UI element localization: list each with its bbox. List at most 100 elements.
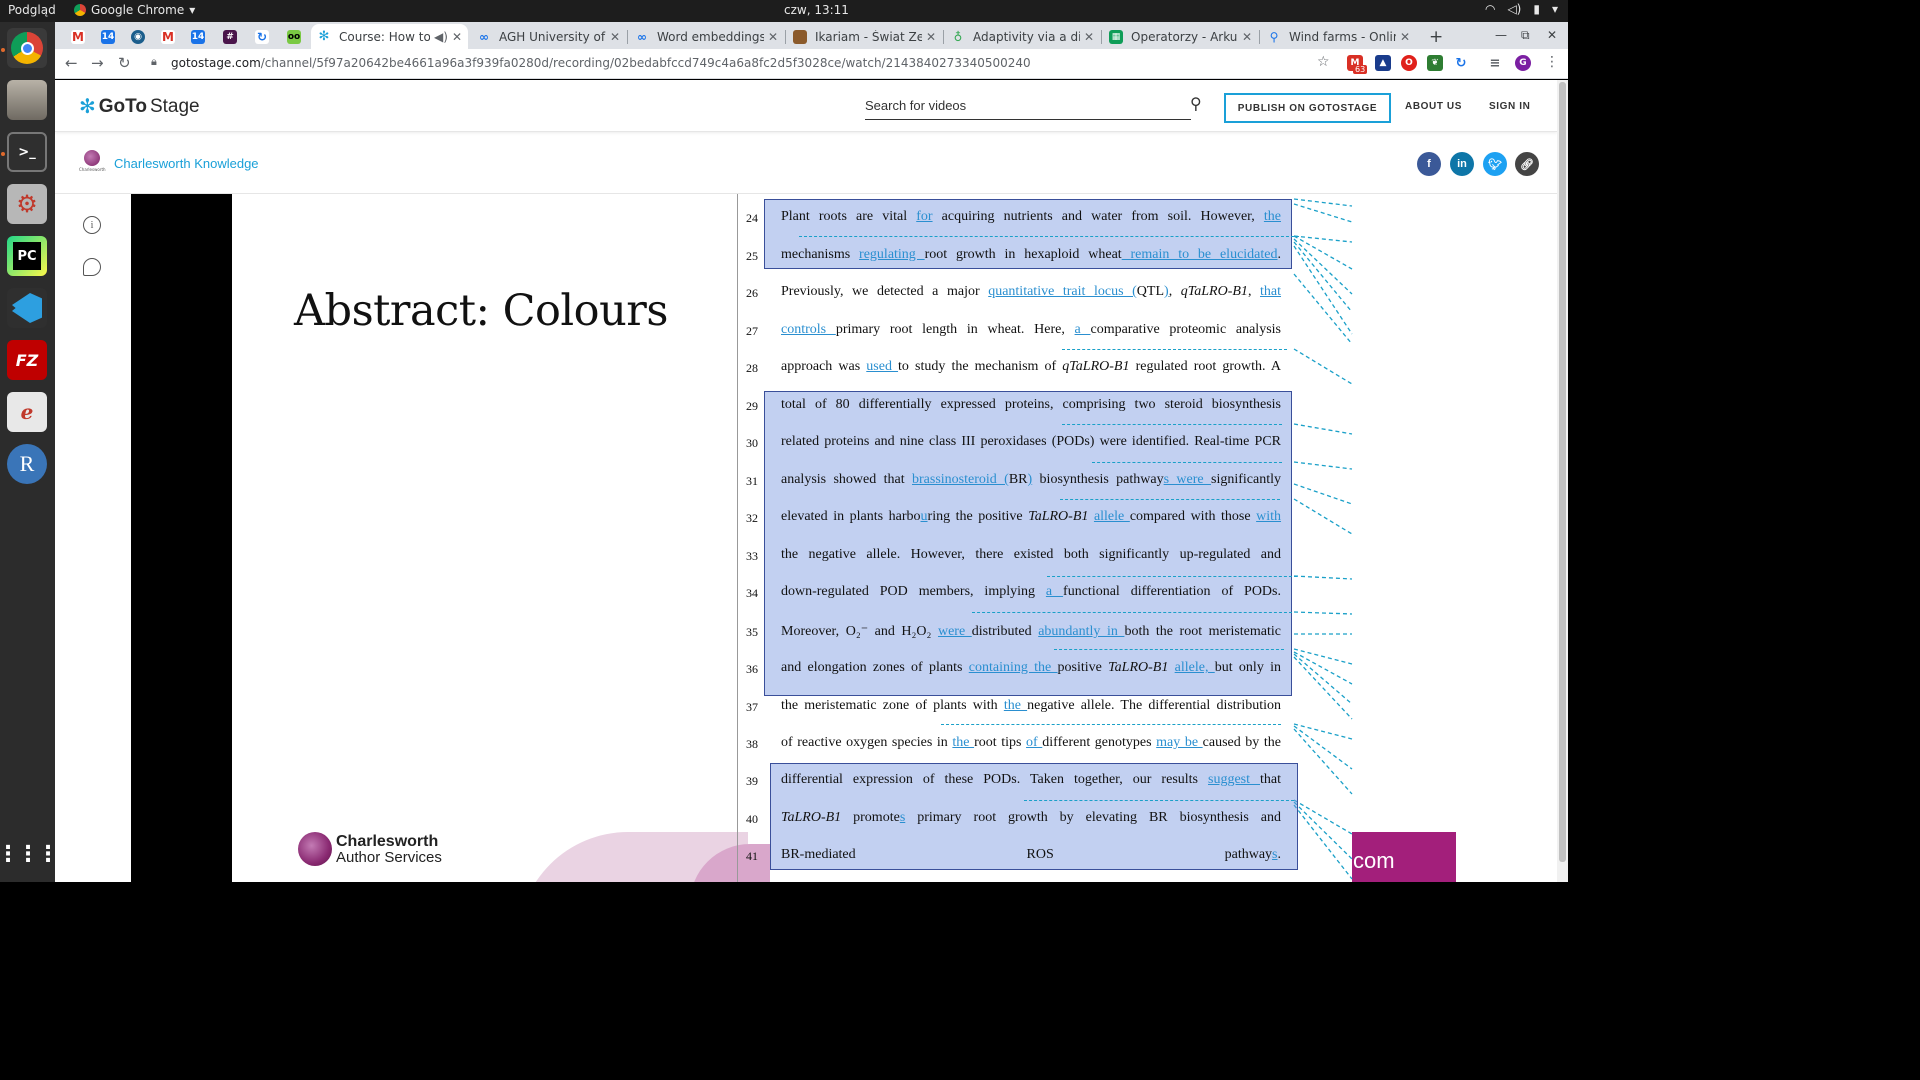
close-tab-icon[interactable]: ✕: [1242, 30, 1252, 44]
r-icon[interactable]: R: [7, 444, 47, 484]
new-tab-button[interactable]: +: [1423, 24, 1447, 49]
gotostage-logo-icon: ✻: [79, 96, 96, 118]
chrome-menu-icon[interactable]: ⋮: [1545, 54, 1559, 70]
facebook-icon[interactable]: f: [1417, 152, 1441, 176]
app-grid-icon[interactable]: ⋮⋮⋮: [0, 834, 59, 874]
files-icon[interactable]: [7, 80, 47, 120]
search-icon[interactable]: ⚲: [1190, 94, 1202, 113]
caret-down-icon: ▾: [189, 3, 196, 17]
comment-dash-line: [1092, 462, 1282, 463]
publish-button[interactable]: PUBLISH ON GOTOSTAGE: [1224, 93, 1391, 123]
tab-title: AGH University of T: [499, 29, 606, 44]
line-number: 27: [746, 324, 758, 338]
tab-pinned-gmail[interactable]: M: [63, 24, 93, 49]
tab-title: Course: How to: [339, 29, 431, 44]
address-bar[interactable]: gotostage.com/channel/5f97a20642be4661a9…: [171, 56, 1031, 70]
comment-leader-line: [1293, 238, 1353, 295]
manuscript-line: Moreover, O₂⁻ and H₂O₂ were distributed …: [781, 624, 1281, 639]
manuscript-line: mechanisms regulating root growth in hex…: [781, 247, 1281, 262]
close-tab-icon[interactable]: ✕: [768, 30, 778, 44]
tab-ikariam[interactable]: Ikariam - Świat Zelo ✕: [787, 24, 942, 49]
manuscript-line: Plant roots are vital for acquiring nutr…: [781, 209, 1281, 224]
running-indicator: [1, 48, 5, 52]
comment-leader-line: [1293, 423, 1353, 435]
tab-pinned-calendar-2[interactable]: 14: [183, 24, 213, 49]
media-control-icon[interactable]: ≡: [1487, 55, 1503, 71]
tab-agh[interactable]: ∞ AGH University of T ✕: [471, 24, 626, 49]
scrollbar-thumb[interactable]: [1559, 82, 1566, 862]
twitter-icon[interactable]: 🐦︎: [1483, 152, 1507, 176]
tab-adaptivity[interactable]: ♁ Adaptivity via a dis ✕: [945, 24, 1100, 49]
mortarboard-extension-icon[interactable]: ▲: [1375, 55, 1391, 71]
opera-extension-icon[interactable]: O: [1401, 55, 1417, 71]
manuscript-line: Previously, we detected a major quantita…: [781, 284, 1282, 299]
about-us-link[interactable]: ABOUT US: [1405, 101, 1462, 112]
manuscript-line: and elongation zones of plants containin…: [781, 660, 1282, 675]
page-scrollbar[interactable]: [1557, 80, 1568, 882]
clock[interactable]: czw, 13:11: [784, 3, 849, 17]
back-icon[interactable]: ←: [65, 54, 78, 72]
tab-wind-farms[interactable]: ⚲ Wind farms - Onlin ✕: [1261, 24, 1416, 49]
search-input[interactable]: Search for videos: [865, 96, 1191, 120]
gotostage-logo[interactable]: ✻ GoTo Stage: [79, 94, 200, 119]
comment-leader-line: [1293, 723, 1353, 740]
channel-name[interactable]: Charlesworth Knowledge: [114, 156, 259, 171]
comment-dash-line: [1054, 649, 1284, 650]
ikariam-favicon: [793, 29, 807, 44]
copy-link-icon[interactable]: 🔗︎: [1515, 152, 1539, 176]
refresh-extension-icon[interactable]: ↻: [1453, 55, 1469, 71]
profile-avatar[interactable]: G: [1515, 55, 1531, 71]
tab-operatorzy[interactable]: ▦ Operatorzy - Arkus ✕: [1103, 24, 1258, 49]
terminal-icon[interactable]: >_: [7, 132, 47, 172]
person-favicon: ⚲: [1269, 29, 1279, 44]
chrome-icon[interactable]: [7, 28, 47, 68]
manuscript-line: analysis showed that brassinosteroid (BR…: [781, 472, 1281, 487]
tab-title: Ikariam - Świat Zelo: [815, 29, 922, 44]
activities-label[interactable]: Podgląd: [8, 3, 56, 17]
system-tray[interactable]: ◠ ◁) ▮ ▾: [1485, 2, 1558, 16]
filezilla-icon[interactable]: FZ: [7, 340, 47, 380]
manuscript-line: approach was used to study the mechanism…: [781, 359, 1281, 374]
tab-pinned-gmail-2[interactable]: M: [153, 24, 183, 49]
overleaf-favicon: ♁: [953, 29, 963, 44]
tab-pinned-app[interactable]: ◉: [123, 24, 153, 49]
manuscript-line: the meristematic zone of plants with the…: [781, 698, 1282, 713]
app-menu[interactable]: Google Chrome ▾: [74, 3, 195, 17]
minimize-icon[interactable]: —: [1495, 28, 1507, 42]
reader-icon[interactable]: ℯ: [7, 392, 47, 432]
linkedin-icon[interactable]: in: [1450, 152, 1474, 176]
tab-pinned-slack[interactable]: #: [215, 24, 245, 49]
presentation-slide: Abstract: Colours Charlesworth Author Se…: [232, 194, 1456, 882]
pycharm-icon[interactable]: PC: [7, 236, 47, 276]
close-tab-icon[interactable]: ✕: [926, 30, 936, 44]
forward-icon[interactable]: →: [91, 54, 104, 72]
chat-icon[interactable]: [83, 258, 101, 276]
vscode-icon[interactable]: [7, 288, 47, 328]
lock-icon[interactable]: 🔒︎: [151, 55, 157, 69]
close-tab-icon[interactable]: ✕: [1400, 30, 1410, 44]
tab-course[interactable]: ✻ Course: How to ◀) ✕: [311, 24, 468, 49]
close-tab-icon[interactable]: ✕: [610, 30, 620, 44]
tab-pinned-calendar[interactable]: 14: [93, 24, 123, 49]
comment-leader-line: [1293, 804, 1353, 880]
close-tab-icon[interactable]: ✕: [1084, 30, 1094, 44]
reload-icon[interactable]: ↻: [118, 54, 131, 72]
sign-in-link[interactable]: SIGN IN: [1489, 101, 1530, 112]
manuscript-line: total of 80 differentially expressed pro…: [781, 397, 1281, 412]
comment-leader-line: [1293, 461, 1353, 470]
leaf-extension-icon[interactable]: ❦: [1427, 55, 1443, 71]
tab-pinned-owl[interactable]: oo: [279, 24, 309, 49]
comment-dash-line: [941, 724, 1281, 725]
restore-icon[interactable]: ⧉: [1521, 28, 1530, 43]
bookmark-star-icon[interactable]: ☆: [1317, 54, 1330, 70]
close-tab-icon[interactable]: ✕: [452, 30, 462, 44]
settings-icon[interactable]: ⚙: [7, 184, 47, 224]
tab-word-embeddings[interactable]: ∞ Word embeddings ✕: [629, 24, 784, 49]
charlesworth-logo[interactable]: Charlesworth: [79, 150, 106, 176]
video-player[interactable]: Abstract: Colours Charlesworth Author Se…: [131, 194, 1456, 882]
close-window-icon[interactable]: ✕: [1547, 28, 1557, 42]
line-number: 24: [746, 211, 758, 225]
comment-dash-line: [1062, 424, 1282, 425]
info-icon[interactable]: i: [83, 216, 101, 234]
tab-pinned-refresh[interactable]: ↻: [247, 24, 277, 49]
